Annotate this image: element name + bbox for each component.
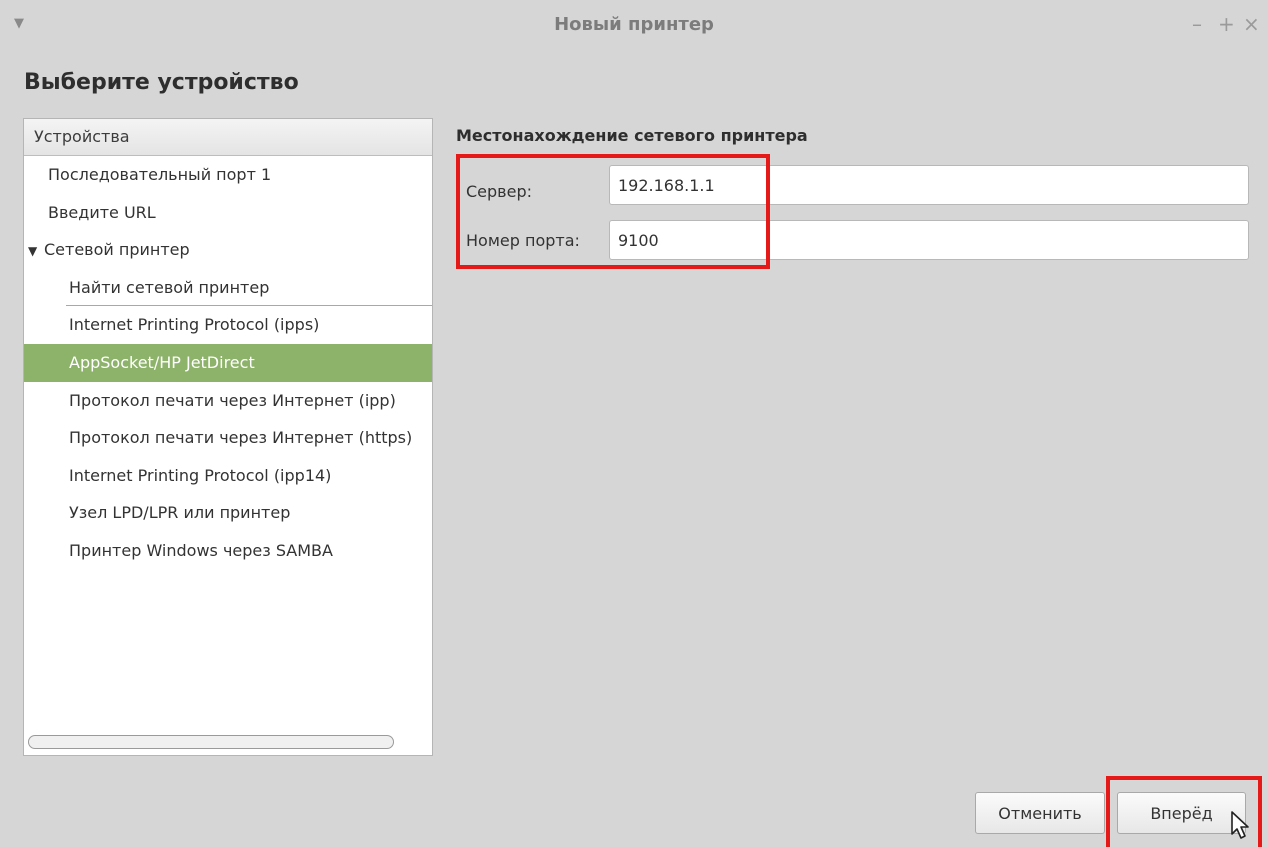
device-serial-port[interactable]: Последовательный порт 1 [24,156,432,194]
device-lpd-lpr[interactable]: Узел LPD/LPR или принтер [24,494,432,532]
server-label: Сервер: [466,182,532,201]
maximize-icon[interactable]: + [1218,12,1235,36]
device-label: Internet Printing Protocol (ipps) [69,315,320,335]
location-section-title: Местонахождение сетевого принтера [456,126,808,145]
port-input[interactable] [609,220,1249,260]
device-enter-url[interactable]: Введите URL [24,194,432,232]
device-list: Последовательный порт 1 Введите URL ▼ Сет… [24,156,432,716]
device-label: Найти сетевой принтер [69,277,270,297]
port-label: Номер порта: [466,231,580,250]
expander-down-icon[interactable]: ▼ [28,233,44,271]
device-ipp14[interactable]: Internet Printing Protocol (ipp14) [24,457,432,495]
device-network-printer[interactable]: ▼ Сетевой принтер [24,231,432,269]
device-find-network-printer[interactable]: Найти сетевой принтер [66,269,432,307]
device-label: Internet Printing Protocol (ipp14) [69,465,332,485]
device-ipp[interactable]: Протокол печати через Интернет (ipp) [24,382,432,420]
window-title: Новый принтер [554,14,714,35]
device-list-panel: Устройства Последовательный порт 1 Введи… [23,118,433,756]
server-input[interactable] [609,165,1249,205]
device-label: Введите URL [48,202,156,222]
title-bar: ▼ Новый принтер – + × [0,0,1268,52]
device-appsocket-selected[interactable]: AppSocket/HP JetDirect [24,343,432,382]
device-label: Принтер Windows через SAMBA [69,540,333,560]
horizontal-scrollbar[interactable] [28,735,394,749]
device-label: Последовательный порт 1 [48,165,272,184]
device-list-header[interactable]: Устройства [24,119,432,156]
device-samba[interactable]: Принтер Windows через SAMBA [24,532,432,570]
device-label: Узел LPD/LPR или принтер [69,503,291,523]
minimize-icon[interactable]: – [1192,12,1202,36]
mouse-pointer-icon [1231,811,1249,839]
device-https[interactable]: Протокол печати через Интернет (https) [24,419,432,457]
page-title: Выберите устройство [24,70,299,95]
device-label: Сетевой принтер [44,240,190,260]
device-ipps[interactable]: Internet Printing Protocol (ipps) [24,306,432,344]
device-label: AppSocket/HP JetDirect [69,352,255,372]
cancel-button[interactable]: Отменить [975,792,1105,834]
device-label: Протокол печати через Интернет (ipp) [69,390,396,410]
device-label: Протокол печати через Интернет (https) [69,428,413,448]
next-button[interactable]: Вперёд [1117,792,1246,834]
close-icon[interactable]: × [1243,12,1260,36]
